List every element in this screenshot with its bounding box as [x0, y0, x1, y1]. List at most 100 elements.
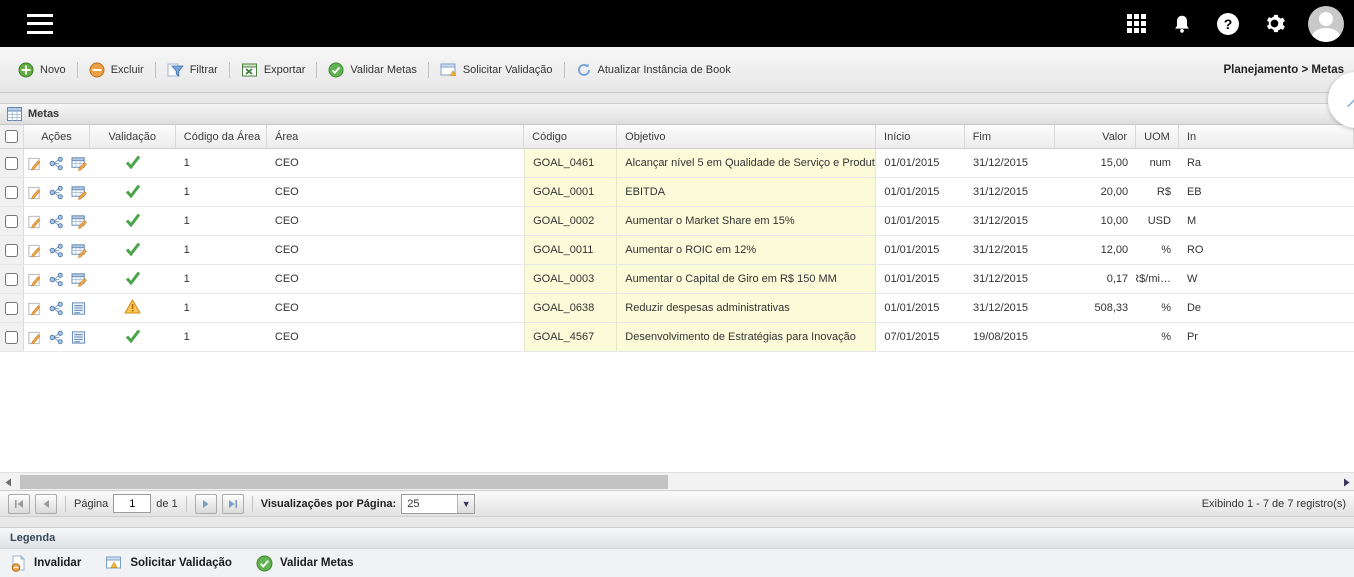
col-valor[interactable]: Valor — [1055, 125, 1136, 148]
excluir-label: Excluir — [111, 64, 144, 76]
page-number-input[interactable] — [113, 494, 151, 513]
edit-pencil-icon[interactable] — [27, 214, 42, 229]
scrollbar-thumb[interactable] — [20, 475, 668, 489]
edit-values-table-icon[interactable] — [71, 243, 87, 258]
apps-grid-icon[interactable] — [1124, 12, 1148, 36]
col-validacao[interactable]: Validação — [90, 125, 176, 148]
share-tree-icon[interactable] — [49, 156, 64, 171]
cell-objetivo: Aumentar o ROIC em 12% — [617, 236, 876, 264]
row-checkbox[interactable] — [5, 215, 18, 228]
top-app-bar: ? — [0, 0, 1354, 47]
plus-circle-green-icon — [18, 62, 34, 78]
filtrar-button[interactable]: Filtrar — [159, 58, 226, 82]
per-page-select[interactable]: 25 ▼ — [401, 494, 475, 514]
hamburger-menu-icon[interactable] — [27, 14, 53, 34]
exportar-label: Exportar — [264, 64, 306, 76]
table-row[interactable]: 1 CEO GOAL_0011 Aumentar o ROIC em 12% 0… — [0, 236, 1354, 265]
col-codigo[interactable]: Código — [524, 125, 617, 148]
solicitar-validacao-label: Solicitar Validação — [463, 64, 553, 76]
sketch-pencil-icon — [1343, 87, 1354, 113]
cell-area: CEO — [267, 323, 524, 351]
row-checkbox[interactable] — [5, 244, 18, 257]
col-objetivo[interactable]: Objetivo — [617, 125, 876, 148]
validation-check-icon — [125, 213, 141, 230]
cell-indicador: De — [1179, 294, 1354, 322]
validation-check-icon — [125, 329, 141, 346]
metas-page: { "topbar": { "menu_icon": "hamburger-me… — [0, 0, 1354, 577]
col-fim[interactable]: Fim — [965, 125, 1055, 148]
cell-valor: 15,00 — [1055, 149, 1136, 177]
user-avatar[interactable] — [1308, 6, 1344, 42]
edit-values-table-icon[interactable] — [71, 214, 87, 229]
last-page-button[interactable] — [222, 494, 244, 514]
col-uom[interactable]: UOM — [1136, 125, 1179, 148]
cell-objetivo: Desenvolvimento de Estratégias para Inov… — [617, 323, 876, 351]
table-grid-icon — [7, 107, 22, 121]
edit-pencil-icon[interactable] — [27, 185, 42, 200]
help-icon[interactable]: ? — [1216, 12, 1240, 36]
col-inicio[interactable]: Início — [876, 125, 965, 148]
notifications-bell-icon[interactable] — [1170, 12, 1194, 36]
edit-values-table-icon[interactable] — [71, 185, 87, 200]
toolbar-separator — [428, 62, 429, 78]
atualizar-instancia-button[interactable]: Atualizar Instância de Book — [568, 58, 739, 82]
excluir-button[interactable]: Excluir — [81, 58, 152, 82]
edit-pencil-icon[interactable] — [27, 243, 42, 258]
edit-pencil-icon[interactable] — [27, 330, 42, 345]
view-list-icon[interactable] — [71, 330, 86, 345]
edit-pencil-icon[interactable] — [27, 301, 42, 316]
col-area[interactable]: Área — [267, 125, 524, 148]
table-row[interactable]: 1 CEO GOAL_0001 EBITDA 01/01/2015 31/12/… — [0, 178, 1354, 207]
table-row[interactable]: 1 CEO GOAL_0638 Reduzir despesas adminis… — [0, 294, 1354, 323]
edit-values-table-icon[interactable] — [71, 156, 87, 171]
cell-indicador: W — [1179, 265, 1354, 293]
row-checkbox[interactable] — [5, 157, 18, 170]
edit-pencil-icon[interactable] — [27, 156, 42, 171]
cell-uom: % — [1136, 236, 1179, 264]
panel-title: Metas — [28, 108, 59, 120]
select-all-checkbox[interactable] — [5, 130, 18, 143]
horizontal-scrollbar[interactable] — [0, 472, 1354, 490]
col-codigo-area[interactable]: Código da Área — [176, 125, 267, 148]
share-tree-icon[interactable] — [49, 185, 64, 200]
check-circle-green-icon — [328, 62, 344, 78]
row-checkbox[interactable] — [5, 273, 18, 286]
share-tree-icon[interactable] — [49, 214, 64, 229]
panel-header: Metas — [0, 103, 1354, 125]
row-checkbox[interactable] — [5, 331, 18, 344]
table-row[interactable]: 1 CEO GOAL_0003 Aumentar o Capital de Gi… — [0, 265, 1354, 294]
row-checkbox[interactable] — [5, 302, 18, 315]
view-list-icon[interactable] — [71, 301, 86, 316]
novo-button[interactable]: Novo — [10, 58, 74, 82]
share-tree-icon[interactable] — [49, 330, 64, 345]
next-page-button[interactable] — [195, 494, 217, 514]
first-page-button[interactable] — [8, 494, 30, 514]
legend-title: Legenda — [10, 532, 55, 544]
exportar-button[interactable]: Exportar — [233, 58, 314, 82]
row-checkbox[interactable] — [5, 186, 18, 199]
filter-funnel-icon — [167, 62, 184, 78]
solicitar-validacao-button[interactable]: Solicitar Validação — [432, 58, 561, 82]
toolbar-separator — [229, 62, 230, 78]
cell-valor: 508,33 — [1055, 294, 1136, 322]
legend-invalidar-label: Invalidar — [34, 557, 81, 569]
share-tree-icon[interactable] — [49, 301, 64, 316]
chevron-down-icon[interactable]: ▼ — [457, 495, 474, 513]
col-indicador[interactable]: In — [1179, 125, 1354, 148]
atualizar-instancia-label: Atualizar Instância de Book — [598, 64, 731, 76]
edit-pencil-icon[interactable] — [27, 272, 42, 287]
scroll-right-arrow[interactable] — [1338, 473, 1354, 491]
scroll-left-arrow[interactable] — [0, 473, 16, 491]
edit-values-table-icon[interactable] — [71, 272, 87, 287]
table-row[interactable]: 1 CEO GOAL_0461 Alcançar nível 5 em Qual… — [0, 149, 1354, 178]
validation-check-icon — [125, 242, 141, 259]
validar-metas-button[interactable]: Validar Metas — [320, 58, 424, 82]
table-row[interactable]: 1 CEO GOAL_4567 Desenvolvimento de Estra… — [0, 323, 1354, 352]
col-acoes[interactable]: Ações — [24, 125, 89, 148]
cell-codigo: GOAL_0001 — [524, 178, 617, 206]
prev-page-button[interactable] — [35, 494, 57, 514]
table-row[interactable]: 1 CEO GOAL_0002 Aumentar o Market Share … — [0, 207, 1354, 236]
settings-gear-icon[interactable] — [1262, 12, 1286, 36]
share-tree-icon[interactable] — [49, 272, 64, 287]
share-tree-icon[interactable] — [49, 243, 64, 258]
